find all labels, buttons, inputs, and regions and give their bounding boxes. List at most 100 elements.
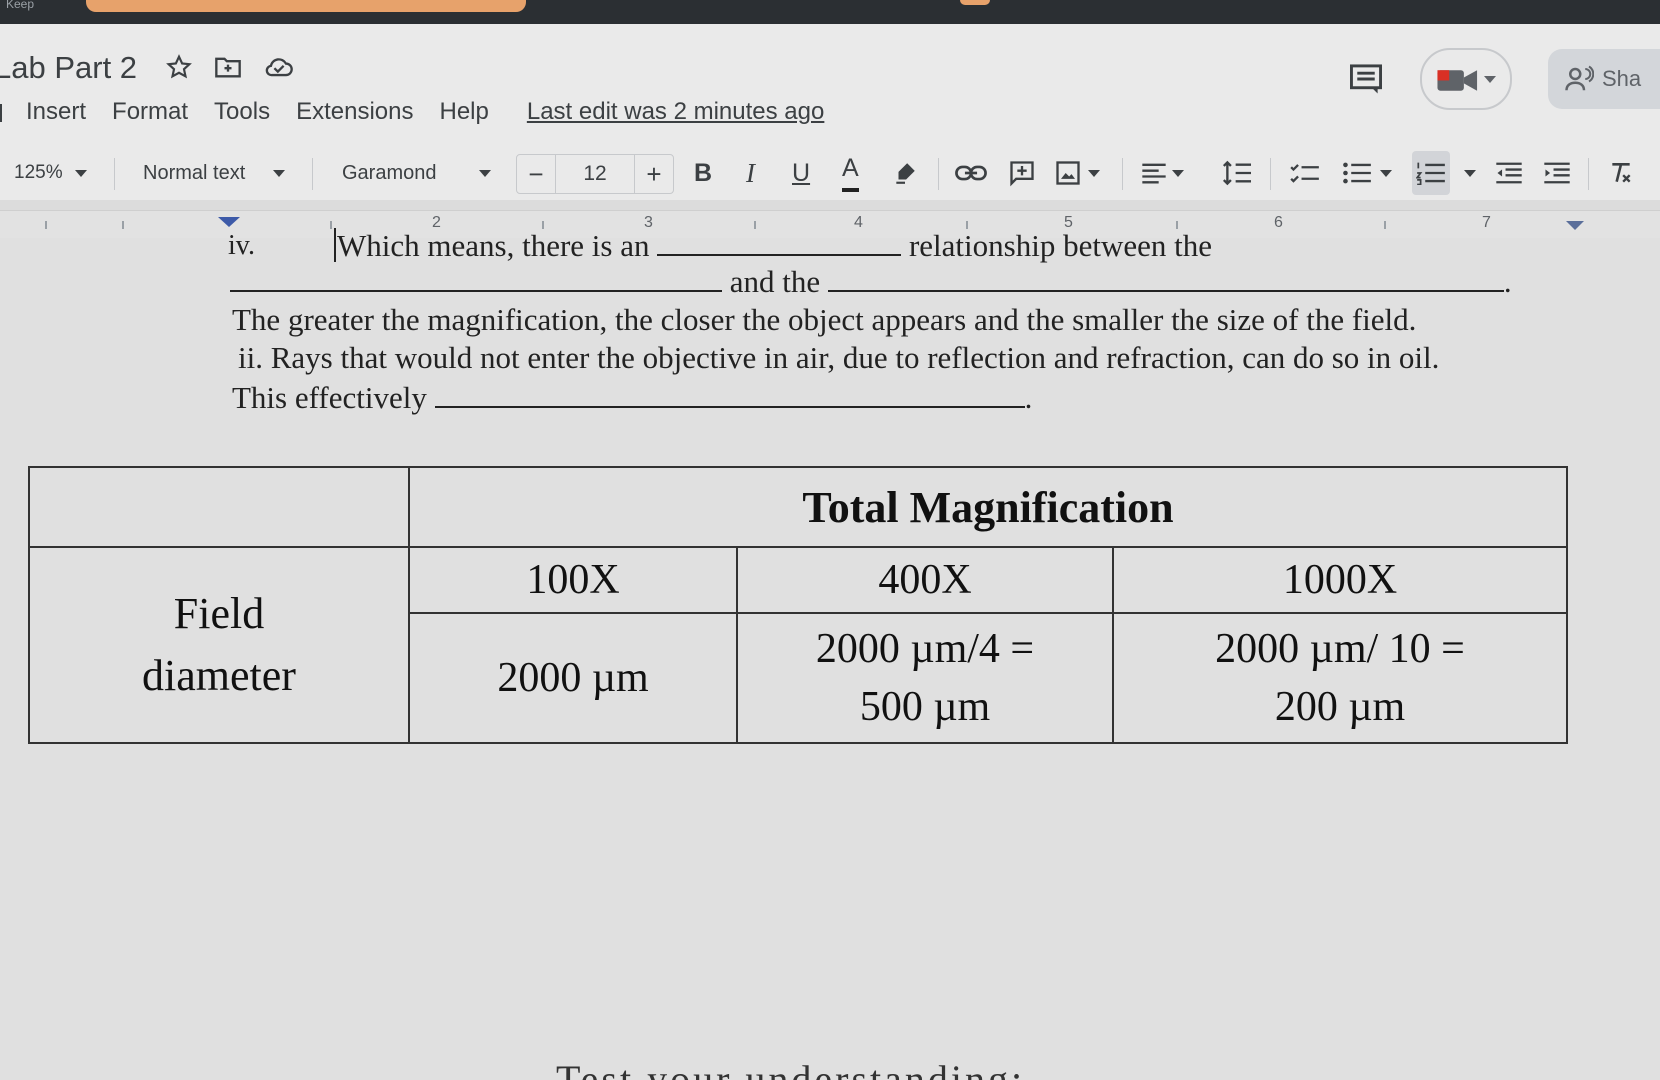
- blank-line[interactable]: [434, 406, 1025, 408]
- ruler-tick: [122, 221, 124, 229]
- share-label: Sha: [1602, 66, 1642, 91]
- menu-format[interactable]: Format: [112, 98, 188, 126]
- style-select[interactable]: Normal text: [143, 148, 286, 198]
- style-value: Normal text: [143, 161, 246, 184]
- row-label-line: diameter: [142, 651, 296, 700]
- bulleted-list-icon[interactable]: [1342, 148, 1392, 198]
- menu-bar: Insert Format Tools Extensions Help Last…: [0, 98, 824, 126]
- ruler-tick: [45, 221, 47, 229]
- document-page[interactable]: iv. Which means, there is an relationshi…: [0, 228, 1660, 1080]
- menu-divider: [0, 104, 2, 122]
- share-people-icon: [1564, 65, 1594, 93]
- browser-tab-label[interactable]: Keep: [6, 0, 34, 11]
- menu-help[interactable]: Help: [439, 98, 488, 126]
- toolbar-divider: [938, 158, 939, 190]
- ruler-tick: [1384, 221, 1386, 229]
- clear-formatting-icon[interactable]: [1608, 148, 1634, 198]
- document-title[interactable]: Lab Part 2: [0, 50, 137, 86]
- highlight-icon[interactable]: [892, 148, 918, 198]
- cell-line: 2000 µm/ 10 =: [1215, 626, 1465, 672]
- ruler-tick: [330, 221, 332, 229]
- blank-line[interactable]: [657, 254, 902, 256]
- line-two-period: .: [1503, 264, 1512, 299]
- menu-tools[interactable]: Tools: [214, 98, 270, 126]
- zoom-select[interactable]: 125%: [14, 148, 87, 198]
- numbered-list-icon[interactable]: [1412, 151, 1450, 195]
- blank-line[interactable]: [230, 290, 722, 292]
- italic-button[interactable]: I: [746, 148, 755, 198]
- toolbar-divider: [1588, 158, 1589, 190]
- toolbar-divider: [1122, 158, 1123, 190]
- chevron-down-icon[interactable]: [1464, 148, 1476, 198]
- text-color-button[interactable]: A: [842, 148, 859, 192]
- meet-button[interactable]: [1420, 48, 1512, 110]
- sentence-greater: The greater the magnification, the close…: [232, 302, 1417, 337]
- browser-tab[interactable]: [86, 0, 526, 12]
- line-spacing-icon[interactable]: [1222, 148, 1254, 198]
- last-edit-link[interactable]: Last edit was 2 minutes ago: [527, 98, 825, 126]
- toolbar-divider: [114, 158, 115, 190]
- font-size-stepper: − 12 +: [516, 154, 674, 194]
- cell-1000x-diameter[interactable]: 2000 µm/ 10 = 200 µm: [1112, 612, 1568, 744]
- column-header-1000x[interactable]: 1000X: [1112, 546, 1568, 614]
- toolbar-divider: [312, 158, 313, 190]
- checklist-icon[interactable]: [1290, 148, 1320, 198]
- line-iv-text: Which means, there is an: [337, 228, 650, 263]
- chevron-down-icon: [273, 169, 286, 177]
- browser-tab-indicator: [960, 0, 990, 5]
- align-icon[interactable]: [1140, 148, 1184, 198]
- cell-line: 500 µm: [859, 684, 991, 730]
- link-icon[interactable]: [954, 148, 988, 198]
- increase-indent-icon[interactable]: [1542, 148, 1572, 198]
- font-select[interactable]: Garamond: [342, 148, 491, 198]
- line-iv-end: relationship between the: [908, 228, 1212, 263]
- decrease-indent-icon[interactable]: [1494, 148, 1524, 198]
- underline-button[interactable]: U: [792, 148, 810, 198]
- chevron-down-icon: [74, 169, 87, 177]
- video-camera-icon: [1436, 64, 1480, 94]
- column-header-400x[interactable]: 400X: [736, 546, 1114, 614]
- column-header-100x[interactable]: 100X: [408, 546, 738, 614]
- font-size-input[interactable]: 12: [555, 155, 635, 193]
- this-effectively-period: .: [1024, 380, 1033, 415]
- this-effectively-text: This effectively: [232, 380, 427, 415]
- increase-font-size-button[interactable]: +: [635, 159, 673, 190]
- chevron-down-icon: [1088, 169, 1100, 177]
- line-two: and the .: [230, 264, 1512, 300]
- zoom-value: 125%: [14, 162, 63, 183]
- test-your-understanding-heading: Test your understanding:: [556, 1057, 1026, 1080]
- star-icon[interactable]: [166, 54, 192, 80]
- font-value: Garamond: [342, 161, 437, 184]
- right-margin-marker-icon[interactable]: [1566, 221, 1584, 230]
- comments-icon[interactable]: [1348, 63, 1384, 95]
- magnification-table[interactable]: Total Magnification Field diameter 100X …: [28, 466, 1568, 744]
- menu-insert[interactable]: Insert: [26, 98, 86, 126]
- row-label-line: Field: [173, 589, 265, 638]
- row-label-field-diameter[interactable]: Field diameter: [28, 546, 410, 744]
- cell-line: 2000 µm: [497, 655, 649, 701]
- item-label-iv: iv.: [228, 230, 255, 261]
- decrease-font-size-button[interactable]: −: [517, 159, 555, 190]
- blank-line[interactable]: [827, 290, 1504, 292]
- menu-extensions[interactable]: Extensions: [296, 98, 413, 126]
- insert-image-icon[interactable]: [1054, 148, 1100, 198]
- cell-100x-diameter[interactable]: 2000 µm: [408, 612, 738, 744]
- add-comment-icon[interactable]: [1008, 148, 1036, 198]
- cell-line: 2000 µm/4 =: [815, 626, 1035, 672]
- ruler-number: 6: [1274, 214, 1283, 231]
- bold-button[interactable]: B: [694, 148, 712, 198]
- share-button[interactable]: Sha: [1548, 49, 1660, 109]
- and-the-text: and the: [729, 264, 821, 299]
- text-cursor: [334, 228, 336, 262]
- ruler-number: 7: [1482, 214, 1491, 231]
- cloud-status-icon[interactable]: [264, 54, 294, 80]
- chevron-down-icon: [1484, 75, 1496, 83]
- browser-strip: Keep: [0, 0, 1660, 24]
- indent-marker-icon[interactable]: [218, 217, 240, 227]
- line-iv: Which means, there is an relationship be…: [334, 228, 1212, 264]
- table-corner-cell[interactable]: [28, 466, 410, 548]
- cell-400x-diameter[interactable]: 2000 µm/4 = 500 µm: [736, 612, 1114, 744]
- chevron-down-icon: [478, 169, 491, 177]
- table-header-total-magnification[interactable]: Total Magnification: [408, 466, 1568, 548]
- move-to-folder-icon[interactable]: [214, 54, 242, 80]
